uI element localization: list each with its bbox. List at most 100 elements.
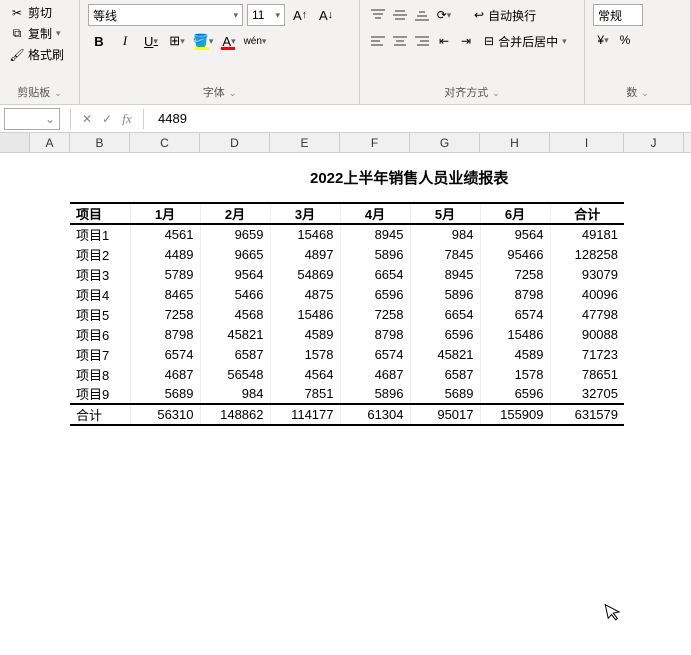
table-cell[interactable]: 8798 — [480, 284, 550, 304]
merge-center-button[interactable]: ⊟ 合并后居中 ▾ — [478, 30, 573, 52]
table-cell[interactable]: 95466 — [480, 244, 550, 264]
align-center-button[interactable] — [390, 31, 410, 51]
increase-font-button[interactable]: A↑ — [289, 4, 311, 26]
col-header[interactable]: B — [70, 133, 130, 152]
fx-button[interactable]: fx — [117, 111, 137, 127]
name-box[interactable] — [4, 108, 60, 130]
table-cell[interactable]: 984 — [410, 224, 480, 244]
formula-input[interactable]: 4489 — [150, 111, 691, 126]
table-cell[interactable]: 148862 — [200, 404, 270, 425]
table-cell[interactable]: 631579 — [550, 404, 624, 425]
table-cell[interactable]: 56548 — [200, 364, 270, 384]
align-left-button[interactable] — [368, 31, 388, 51]
currency-button[interactable]: ¥▾ — [593, 30, 613, 50]
increase-indent-button[interactable]: ⇥ — [456, 31, 476, 51]
table-cell[interactable]: 7845 — [410, 244, 480, 264]
table-cell[interactable]: 6587 — [410, 364, 480, 384]
table-cell[interactable]: 9564 — [480, 224, 550, 244]
percent-button[interactable]: % — [615, 30, 635, 50]
table-cell[interactable]: 4897 — [270, 244, 340, 264]
table-cell[interactable]: 6574 — [480, 304, 550, 324]
table-cell[interactable]: 5896 — [410, 284, 480, 304]
table-cell[interactable]: 5896 — [340, 384, 410, 404]
table-cell[interactable]: 95017 — [410, 404, 480, 425]
table-cell[interactable]: 项目9 — [70, 384, 130, 404]
table-cell[interactable]: 6587 — [200, 344, 270, 364]
table-cell[interactable]: 1578 — [480, 364, 550, 384]
table-cell[interactable]: 71723 — [550, 344, 624, 364]
col-header[interactable]: F — [340, 133, 410, 152]
table-cell[interactable]: 4568 — [200, 304, 270, 324]
table-cell[interactable]: 5466 — [200, 284, 270, 304]
col-header[interactable]: H — [480, 133, 550, 152]
cut-button[interactable]: ✂ 剪切 — [6, 2, 73, 23]
col-header[interactable]: E — [270, 133, 340, 152]
table-cell[interactable]: 6654 — [340, 264, 410, 284]
table-cell[interactable]: 项目6 — [70, 324, 130, 344]
table-cell[interactable]: 6654 — [410, 304, 480, 324]
font-color-button[interactable]: A▾ — [218, 30, 240, 52]
table-cell[interactable]: 4687 — [130, 364, 200, 384]
spreadsheet-grid[interactable]: A B C D E F G H I J 2022上半年销售人员业绩报表 项目1月… — [0, 133, 691, 153]
table-cell[interactable]: 7258 — [130, 304, 200, 324]
table-cell[interactable]: 155909 — [480, 404, 550, 425]
table-cell[interactable]: 4687 — [340, 364, 410, 384]
table-cell[interactable]: 61304 — [340, 404, 410, 425]
table-cell[interactable]: 4875 — [270, 284, 340, 304]
table-cell[interactable]: 项目1 — [70, 224, 130, 244]
table-cell[interactable]: 8798 — [130, 324, 200, 344]
table-cell[interactable]: 5789 — [130, 264, 200, 284]
table-cell[interactable]: 4589 — [270, 324, 340, 344]
table-cell[interactable]: 8465 — [130, 284, 200, 304]
underline-button[interactable]: U ▾ — [140, 30, 162, 52]
table-cell[interactable]: 114177 — [270, 404, 340, 425]
col-header[interactable]: J — [624, 133, 684, 152]
col-header[interactable]: C — [130, 133, 200, 152]
table-cell[interactable]: 6596 — [480, 384, 550, 404]
table-cell[interactable]: 78651 — [550, 364, 624, 384]
table-cell[interactable]: 7258 — [340, 304, 410, 324]
table-cell[interactable]: 5896 — [340, 244, 410, 264]
decrease-font-button[interactable]: A↓ — [315, 4, 337, 26]
table-cell[interactable]: 8945 — [410, 264, 480, 284]
table-cell[interactable]: 15486 — [270, 304, 340, 324]
decrease-indent-button[interactable]: ⇤ — [434, 31, 454, 51]
table-cell[interactable]: 4564 — [270, 364, 340, 384]
table-cell[interactable]: 4561 — [130, 224, 200, 244]
col-header[interactable]: I — [550, 133, 624, 152]
table-cell[interactable]: 6596 — [410, 324, 480, 344]
cancel-formula-button[interactable]: ✕ — [77, 112, 97, 126]
align-middle-button[interactable] — [390, 5, 410, 25]
col-header[interactable]: G — [410, 133, 480, 152]
table-cell[interactable]: 49181 — [550, 224, 624, 244]
table-cell[interactable]: 4589 — [480, 344, 550, 364]
table-cell[interactable]: 32705 — [550, 384, 624, 404]
table-cell[interactable]: 90088 — [550, 324, 624, 344]
table-cell[interactable]: 9659 — [200, 224, 270, 244]
font-name-select[interactable]: 等线▾ — [88, 4, 243, 26]
table-cell[interactable]: 项目2 — [70, 244, 130, 264]
table-cell[interactable]: 项目4 — [70, 284, 130, 304]
table-cell[interactable]: 45821 — [200, 324, 270, 344]
align-bottom-button[interactable] — [412, 5, 432, 25]
table-cell[interactable]: 40096 — [550, 284, 624, 304]
align-top-button[interactable] — [368, 5, 388, 25]
table-cell[interactable]: 6574 — [340, 344, 410, 364]
table-cell[interactable]: 9665 — [200, 244, 270, 264]
wrap-text-button[interactable]: ↩ 自动换行 — [468, 4, 542, 26]
font-size-select[interactable]: 11▾ — [247, 4, 285, 26]
table-cell[interactable]: 8798 — [340, 324, 410, 344]
align-right-button[interactable] — [412, 31, 432, 51]
italic-button[interactable]: I — [114, 30, 136, 52]
table-cell[interactable]: 项目8 — [70, 364, 130, 384]
table-cell[interactable]: 7851 — [270, 384, 340, 404]
table-cell[interactable]: 1578 — [270, 344, 340, 364]
table-cell[interactable]: 93079 — [550, 264, 624, 284]
table-cell[interactable]: 9564 — [200, 264, 270, 284]
table-cell[interactable]: 5689 — [130, 384, 200, 404]
table-cell[interactable]: 4489 — [130, 244, 200, 264]
table-cell[interactable]: 合计 — [70, 404, 130, 425]
border-button[interactable]: ⊞ ▾ — [166, 30, 188, 52]
col-header[interactable]: D — [200, 133, 270, 152]
format-painter-button[interactable]: 🖌 格式刷 — [6, 44, 73, 65]
